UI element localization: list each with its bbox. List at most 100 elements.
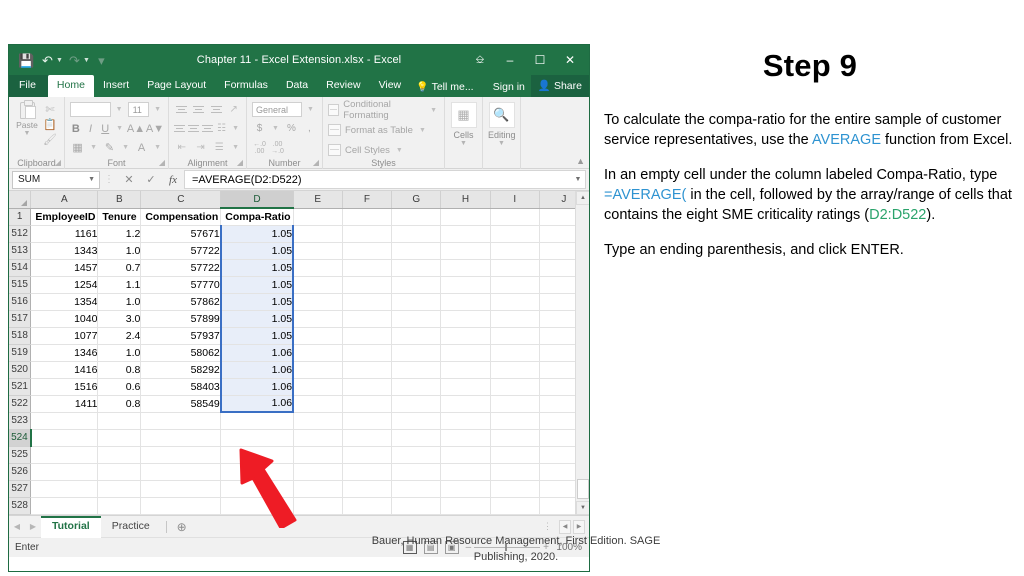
cell-C521[interactable]: 58403 [140, 378, 222, 396]
tab-page-layout[interactable]: Page Layout [138, 75, 215, 97]
paste-caret-icon[interactable]: ▼ [24, 130, 31, 137]
underline-button[interactable]: U [99, 121, 111, 136]
tab-home[interactable]: Home [47, 75, 94, 97]
cell-A527[interactable] [30, 480, 99, 498]
row-header-528[interactable]: 528 [9, 497, 32, 515]
percent-format-icon[interactable]: % [284, 121, 299, 136]
enter-formula-icon[interactable]: ✓ [140, 170, 162, 189]
cell-f1[interactable] [342, 208, 393, 226]
font-name-dropdown-icon[interactable]: ▼ [114, 106, 125, 113]
editing-search-icon[interactable]: 🔍 [488, 102, 515, 128]
italic-button[interactable]: I [85, 121, 97, 136]
cell-I526[interactable] [490, 463, 540, 481]
maximize-icon[interactable]: ☐ [525, 45, 555, 75]
tab-review[interactable]: Review [317, 75, 369, 97]
cell-I519[interactable] [490, 344, 540, 362]
cell-G520[interactable] [391, 361, 442, 379]
cell-E515[interactable] [293, 276, 343, 294]
cell-F529[interactable] [342, 514, 393, 515]
increase-font-size-icon[interactable]: A▲ [127, 121, 145, 136]
cell-H518[interactable] [440, 327, 491, 345]
cell-B518[interactable]: 2.4 [97, 327, 142, 345]
cell-A518[interactable]: 1077 [30, 327, 99, 345]
cell-E513[interactable] [293, 242, 343, 260]
cell-A514[interactable]: 1457 [30, 259, 99, 277]
sheet-resize-handle[interactable]: ⋮ [543, 521, 553, 532]
clipboard-dialog-launcher-icon[interactable]: ◢ [55, 158, 61, 167]
accounting-format-icon[interactable]: $ [252, 121, 267, 136]
cell-G526[interactable] [391, 463, 442, 481]
row-header-524[interactable]: 524 [9, 429, 32, 447]
cell-I516[interactable] [490, 293, 540, 311]
cell-F519[interactable] [342, 344, 393, 362]
tab-insert[interactable]: Insert [94, 75, 138, 97]
fill-color-dropdown-icon[interactable]: ▼ [120, 144, 131, 151]
cell-F515[interactable] [342, 276, 393, 294]
cell-G513[interactable] [391, 242, 442, 260]
align-center-icon[interactable] [188, 121, 200, 136]
cell-B523[interactable] [97, 412, 142, 430]
cell-C529[interactable] [140, 514, 222, 515]
column-header-a[interactable]: A [30, 191, 99, 209]
font-size-dropdown-icon[interactable]: ▼ [152, 106, 163, 113]
cell-A525[interactable] [30, 446, 99, 464]
cell-C526[interactable] [140, 463, 222, 481]
align-right-icon[interactable] [202, 121, 214, 136]
increase-indent-icon[interactable]: ⇥ [193, 140, 209, 155]
previous-sheet-icon[interactable]: ◀ [9, 522, 25, 531]
font-color-icon[interactable]: A [134, 140, 149, 155]
cell-I512[interactable] [490, 225, 540, 243]
cell-b1[interactable]: Tenure [97, 208, 142, 226]
row-header-522[interactable]: 522 [9, 395, 32, 413]
cell-G527[interactable] [391, 480, 442, 498]
cell-B528[interactable] [97, 497, 142, 515]
cell-A513[interactable]: 1343 [30, 242, 99, 260]
cell-B525[interactable] [97, 446, 142, 464]
sheet-tab-tutorial[interactable]: Tutorial [41, 515, 101, 538]
copy-icon[interactable]: 📋 [43, 117, 57, 131]
row-header-529[interactable]: 529 [9, 514, 32, 515]
cell-D514[interactable]: 1.05 [219, 259, 295, 277]
cell-G516[interactable] [391, 293, 442, 311]
cell-B512[interactable]: 1.2 [97, 225, 142, 243]
column-header-f[interactable]: F [342, 191, 393, 209]
select-all-corner[interactable] [9, 191, 32, 209]
cell-I517[interactable] [490, 310, 540, 328]
cell-H513[interactable] [440, 242, 491, 260]
name-box[interactable]: SUM ▼ [12, 170, 100, 189]
cell-C523[interactable] [140, 412, 222, 430]
align-left-icon[interactable] [174, 121, 185, 136]
row-header-517[interactable]: 517 [9, 310, 32, 328]
cell-C512[interactable]: 57671 [140, 225, 222, 243]
hscroll-left-icon[interactable]: ◀ [559, 519, 571, 534]
align-middle-icon[interactable] [192, 102, 207, 117]
cell-D518[interactable]: 1.05 [219, 327, 295, 345]
comma-format-icon[interactable]: , [302, 121, 317, 136]
number-format-select[interactable]: General [252, 102, 302, 117]
cell-B529[interactable] [97, 514, 142, 515]
row-header-516[interactable]: 516 [9, 293, 32, 311]
cell-a1[interactable]: EmployeeID [30, 208, 99, 226]
cell-H517[interactable] [440, 310, 491, 328]
format-as-table-caret-icon[interactable]: ▼ [417, 127, 428, 134]
merge-center-icon[interactable]: ☰ [211, 140, 227, 155]
bold-button[interactable]: B [70, 121, 82, 136]
decrease-indent-icon[interactable]: ⇤ [174, 140, 190, 155]
cell-C527[interactable] [140, 480, 222, 498]
cell-E522[interactable] [293, 395, 343, 413]
column-header-b[interactable]: B [97, 191, 142, 209]
number-dialog-launcher-icon[interactable]: ◢ [313, 158, 319, 167]
row-header-513[interactable]: 513 [9, 242, 32, 260]
row-header-514[interactable]: 514 [9, 259, 32, 277]
align-bottom-icon[interactable] [209, 102, 224, 117]
cell-F517[interactable] [342, 310, 393, 328]
accounting-dropdown-icon[interactable]: ▼ [270, 125, 281, 132]
cell-G517[interactable] [391, 310, 442, 328]
cell-A515[interactable]: 1254 [30, 276, 99, 294]
cell-D520[interactable]: 1.06 [219, 361, 295, 379]
cell-H512[interactable] [440, 225, 491, 243]
row-header-521[interactable]: 521 [9, 378, 32, 396]
cell-F528[interactable] [342, 497, 393, 515]
cell-D523[interactable] [220, 412, 294, 430]
cell-A519[interactable]: 1346 [30, 344, 99, 362]
